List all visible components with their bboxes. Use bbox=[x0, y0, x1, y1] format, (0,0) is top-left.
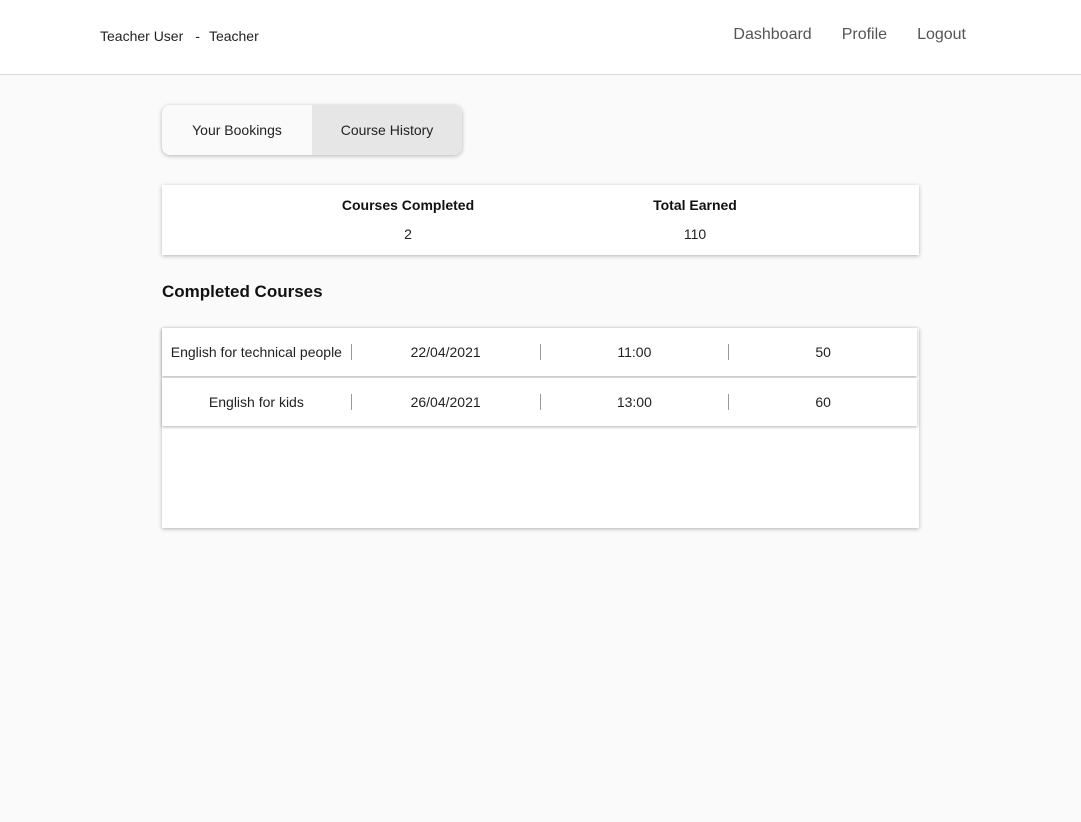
completed-courses-heading: Completed Courses bbox=[162, 282, 323, 301]
view-tabs: Your Bookings Course History bbox=[162, 105, 462, 155]
courses-completed-value: 2 bbox=[404, 226, 412, 242]
main-nav: Dashboard Profile Logout bbox=[733, 26, 966, 44]
tab-your-bookings[interactable]: Your Bookings bbox=[162, 105, 312, 155]
course-row[interactable]: English for kids 26/04/2021 13:00 60 bbox=[162, 378, 917, 426]
course-name: English for kids bbox=[208, 394, 304, 410]
course-row[interactable]: English for technical people 22/04/2021 … bbox=[162, 328, 917, 376]
user-role-separator: - bbox=[195, 28, 200, 44]
course-name: English for technical people bbox=[170, 344, 342, 360]
total-earned-stat: Total Earned 110 bbox=[585, 197, 805, 242]
nav-profile-link[interactable]: Profile bbox=[842, 26, 887, 44]
top-navbar: Teacher User - Teacher Dashboard Profile L… bbox=[0, 0, 1081, 75]
total-earned-value: 110 bbox=[683, 226, 707, 242]
nav-logout-link[interactable]: Logout bbox=[917, 26, 966, 44]
user-name: Teacher User bbox=[100, 28, 184, 44]
courses-completed-stat: Courses Completed 2 bbox=[298, 197, 518, 242]
user-info: Teacher User - Teacher bbox=[100, 28, 259, 44]
courses-completed-label: Courses Completed bbox=[341, 197, 475, 213]
course-amount: 60 bbox=[728, 394, 917, 410]
course-date: 22/04/2021 bbox=[350, 344, 540, 360]
completed-courses-list: English for technical people 22/04/2021 … bbox=[162, 328, 919, 528]
stats-summary-card: Courses Completed 2 Total Earned 110 bbox=[162, 185, 919, 255]
course-time: 11:00 bbox=[539, 344, 729, 360]
user-role: Teacher bbox=[208, 28, 259, 44]
tab-course-history[interactable]: Course History bbox=[312, 105, 462, 155]
course-time: 13:00 bbox=[539, 394, 729, 410]
course-date: 26/04/2021 bbox=[350, 394, 540, 410]
course-amount: 50 bbox=[728, 344, 917, 360]
nav-dashboard-link[interactable]: Dashboard bbox=[733, 26, 811, 44]
total-earned-label: Total Earned bbox=[653, 197, 737, 213]
